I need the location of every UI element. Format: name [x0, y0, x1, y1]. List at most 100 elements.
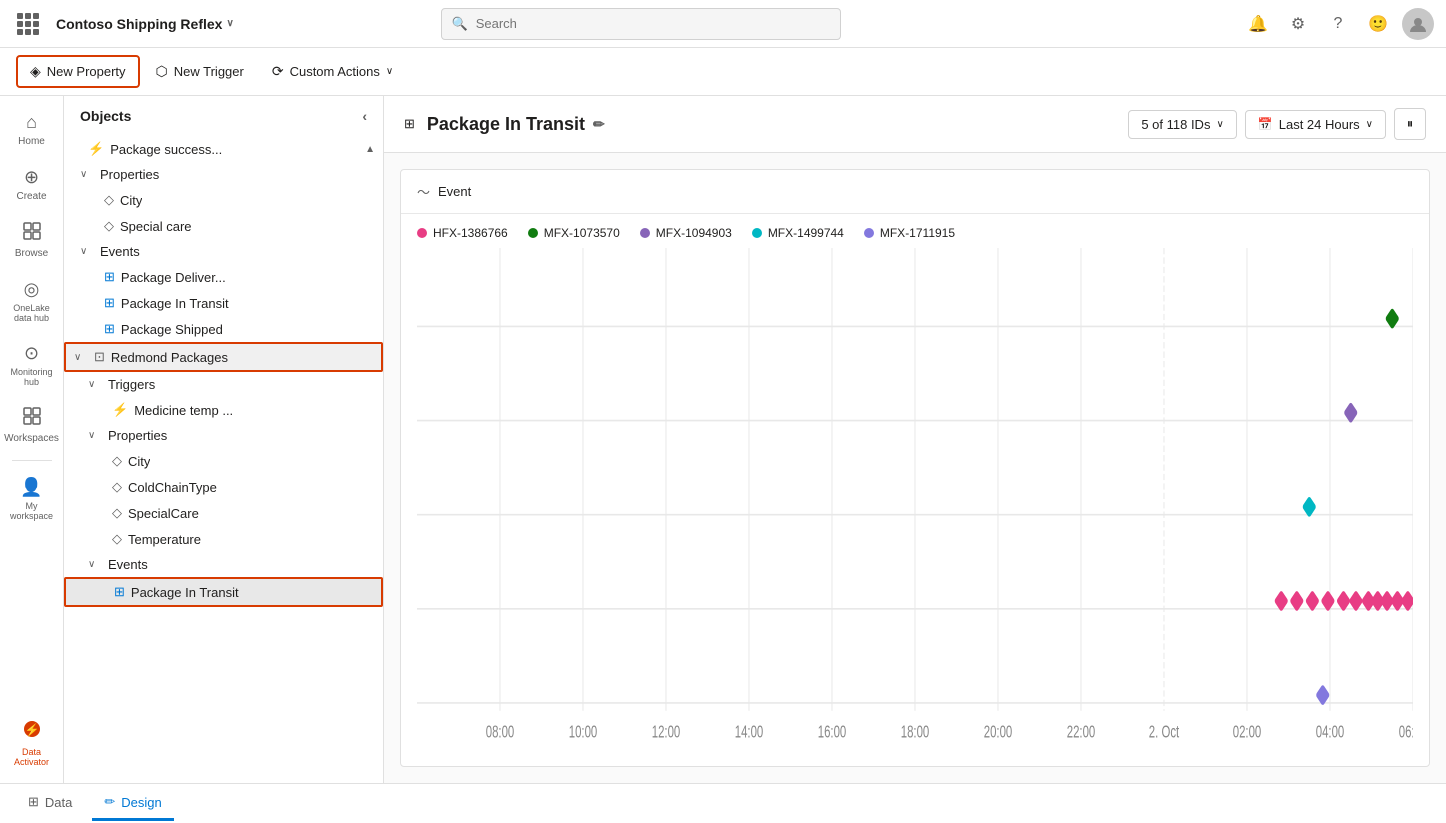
sidebar-item-medicine-temp[interactable]: ⚡ Medicine temp ...	[64, 397, 383, 423]
pause-button[interactable]: ⏸	[1394, 108, 1426, 140]
time-chevron-icon: ∨	[1366, 119, 1373, 130]
sidebar-item-cold-chain-type[interactable]: ◇ ColdChainType	[64, 474, 383, 500]
sidebar-header: Objects ‹	[64, 96, 383, 136]
sidebar-group-events-1[interactable]: ∨ Events	[64, 239, 383, 264]
notification-button[interactable]: 🔔	[1242, 8, 1274, 40]
nav-onelake[interactable]: ◎ OneLake data hub	[4, 271, 60, 331]
special-care-2-icon: ◇	[112, 505, 122, 521]
legend-dot-mfx4	[864, 228, 874, 238]
chart-container: 〜 Event HFX-1386766 MFX-1073570	[384, 153, 1446, 783]
toolbar: ◈ New Property ⬡ New Trigger ⟳ Custom Ac…	[0, 48, 1446, 96]
content-header-actions: 5 of 118 IDs ∨ 📅 Last 24 Hours ∨ ⏸	[1128, 108, 1426, 140]
bottom-tabs: ⊞ Data ✏ Design	[0, 783, 1446, 823]
chart-body: 08:00 10:00 12:00 14:00 16:00 18:00 20:0…	[401, 240, 1429, 766]
apps-grid-button[interactable]	[12, 8, 44, 40]
svg-text:14:00: 14:00	[735, 723, 764, 742]
nav-home[interactable]: ⌂ Home	[4, 104, 60, 155]
redmond-packages-chevron: ∨	[74, 352, 88, 363]
sidebar-item-package-deliver[interactable]: ⊞ Package Deliver...	[64, 264, 383, 290]
temperature-icon: ◇	[112, 531, 122, 547]
edit-title-icon[interactable]: ✏	[593, 116, 605, 133]
nav-workspaces[interactable]: Workspaces	[4, 399, 60, 452]
cold-chain-icon: ◇	[112, 479, 122, 495]
sidebar-group-triggers[interactable]: ∨ Triggers	[64, 372, 383, 397]
events-1-chevron: ∨	[80, 246, 94, 257]
properties-1-chevron: ∨	[80, 169, 94, 180]
svg-text:16:00: 16:00	[818, 723, 847, 742]
sidebar-item-package-shipped[interactable]: ⊞ Package Shipped	[64, 316, 383, 342]
sidebar-item-city-2[interactable]: ◇ City	[64, 448, 383, 474]
avatar[interactable]	[1402, 8, 1434, 40]
main-layout: ⌂ Home ⊕ Create Browse ◎ OneLake data hu…	[0, 96, 1446, 783]
svg-text:2. Oct: 2. Oct	[1149, 723, 1179, 742]
search-input[interactable]	[476, 16, 830, 31]
new-trigger-button[interactable]: ⬡ New Trigger	[144, 57, 256, 86]
legend-dot-mfx3	[752, 228, 762, 238]
nav-data-activator[interactable]: ⚡ Data Activator	[4, 711, 60, 775]
topbar-icons: 🔔 ⚙ ? 🙂	[1242, 8, 1434, 40]
events-2-chevron: ∨	[88, 559, 102, 570]
custom-actions-button[interactable]: ⟳ Custom Actions ∨	[260, 57, 405, 86]
sidebar-group-properties-1[interactable]: ∨ Properties	[64, 162, 383, 187]
package-success-icon: ⚡	[88, 141, 104, 157]
svg-text:⚡: ⚡	[24, 723, 39, 737]
package-shipped-icon: ⊞	[104, 321, 115, 337]
home-icon: ⌂	[26, 112, 37, 133]
content-title: Package In Transit ✏	[427, 114, 605, 135]
settings-button[interactable]: ⚙	[1282, 8, 1314, 40]
sidebar-item-city-1[interactable]: ◇ City	[64, 187, 383, 213]
nav-my-workspace[interactable]: 👤 My workspace	[4, 469, 60, 529]
chart-svg: 08:00 10:00 12:00 14:00 16:00 18:00 20:0…	[417, 248, 1413, 750]
sidebar-item-temperature[interactable]: ◇ Temperature	[64, 526, 383, 552]
nav-browse[interactable]: Browse	[4, 214, 60, 267]
sidebar-item-redmond-packages[interactable]: ∨ ⊡ Redmond Packages	[64, 342, 383, 372]
tab-design[interactable]: ✏ Design	[92, 786, 173, 821]
properties-2-chevron: ∨	[88, 430, 102, 441]
package-in-transit-2-icon: ⊞	[114, 584, 125, 600]
sidebar-item-package-success[interactable]: ⚡ Package success... ▲	[64, 136, 383, 162]
event-wave-icon: 〜	[417, 182, 430, 201]
search-bar[interactable]: 🔍	[441, 8, 841, 40]
svg-text:20:00: 20:00	[984, 723, 1013, 742]
chart-legend: HFX-1386766 MFX-1073570 MFX-1094903 MFX-…	[401, 214, 1429, 240]
search-icon: 🔍	[452, 16, 468, 32]
ids-filter-button[interactable]: 5 of 118 IDs ∨	[1128, 110, 1236, 139]
sidebar-item-package-in-transit-2[interactable]: ⊞ Package In Transit	[64, 577, 383, 607]
sidebar-group-properties-2[interactable]: ∨ Properties	[64, 423, 383, 448]
new-property-button[interactable]: ◈ New Property	[16, 55, 140, 88]
sidebar-item-package-in-transit-1[interactable]: ⊞ Package In Transit	[64, 290, 383, 316]
sidebar-collapse-button[interactable]: ‹	[362, 108, 367, 124]
redmond-packages-icon: ⊡	[94, 349, 105, 365]
calendar-icon: 📅	[1258, 117, 1273, 131]
app-name[interactable]: Contoso Shipping Reflex ∨	[56, 16, 234, 32]
tab-data[interactable]: ⊞ Data	[16, 786, 84, 821]
custom-actions-chevron: ∨	[386, 66, 393, 77]
time-filter-button[interactable]: 📅 Last 24 Hours ∨	[1245, 110, 1386, 139]
content-header: ⊞ Package In Transit ✏ 5 of 118 IDs ∨ 📅 …	[384, 96, 1446, 153]
svg-text:12:00: 12:00	[652, 723, 681, 742]
topbar: Contoso Shipping Reflex ∨ 🔍 🔔 ⚙ ? 🙂	[0, 0, 1446, 48]
legend-mfx-1073570: MFX-1073570	[528, 226, 620, 240]
nav-monitoring[interactable]: ⊙ Monitoring hub	[4, 335, 60, 395]
feedback-button[interactable]: 🙂	[1362, 8, 1394, 40]
legend-mfx-1499744: MFX-1499744	[752, 226, 844, 240]
triggers-chevron: ∨	[88, 379, 102, 390]
sidebar-item-special-care[interactable]: ◇ Special care	[64, 213, 383, 239]
package-deliver-icon: ⊞	[104, 269, 115, 285]
content-grid-icon: ⊞	[404, 116, 415, 132]
sidebar-group-events-2[interactable]: ∨ Events	[64, 552, 383, 577]
help-button[interactable]: ?	[1322, 8, 1354, 40]
content-area: ⊞ Package In Transit ✏ 5 of 118 IDs ∨ 📅 …	[384, 96, 1446, 783]
new-property-icon: ◈	[30, 63, 41, 80]
pause-icon: ⏸	[1407, 116, 1414, 132]
create-icon: ⊕	[24, 167, 39, 188]
monitoring-icon: ⊙	[24, 343, 39, 364]
onelake-icon: ◎	[24, 279, 40, 300]
city-2-icon: ◇	[112, 453, 122, 469]
special-care-icon: ◇	[104, 218, 114, 234]
legend-dot-mfx1	[528, 228, 538, 238]
legend-dot-hfx	[417, 228, 427, 238]
sidebar-item-special-care-2[interactable]: ◇ SpecialCare	[64, 500, 383, 526]
ids-chevron-icon: ∨	[1216, 119, 1223, 130]
nav-create[interactable]: ⊕ Create	[4, 159, 60, 210]
